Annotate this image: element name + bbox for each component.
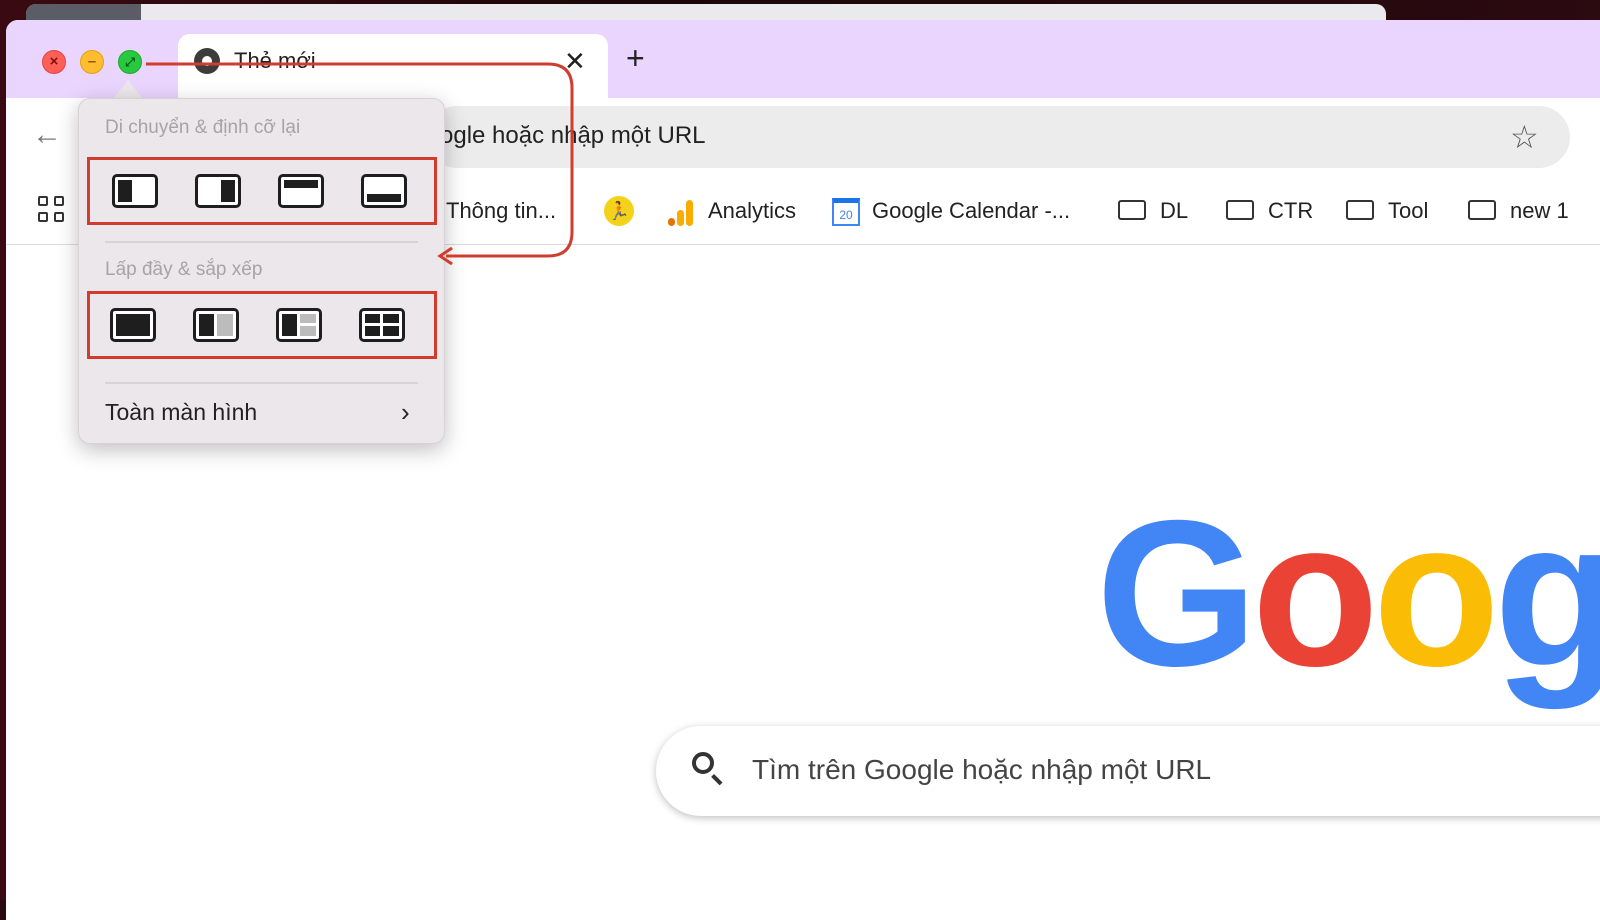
zoom-window-button[interactable]: ⤢	[118, 50, 142, 74]
bookmark-thong-tin[interactable]: Thông tin...	[446, 198, 556, 224]
fullscreen-menu-item[interactable]: Toàn màn hình	[105, 399, 257, 426]
bookmark-analytics[interactable]: Analytics	[668, 198, 796, 227]
tab-new-tab[interactable]: Thẻ mới ✕	[178, 34, 608, 98]
address-bar[interactable]: ogle hoặc nhập một URL ☆	[426, 106, 1570, 168]
move-resize-heading: Di chuyển & định cỡ lại	[105, 117, 301, 138]
tile-left-half-icon[interactable]	[112, 174, 158, 208]
close-window-button[interactable]: ×	[42, 50, 66, 74]
close-icon: ×	[49, 53, 59, 70]
arrange-two-columns-icon[interactable]	[193, 308, 239, 342]
apps-grid-icon[interactable]	[38, 196, 68, 226]
tile-right-half-icon[interactable]	[195, 174, 241, 208]
fullscreen-icon: ⤢	[125, 55, 135, 69]
tile-bottom-half-icon[interactable]	[361, 174, 407, 208]
menu-divider	[105, 241, 418, 243]
move-resize-highlight	[87, 157, 437, 225]
tab-close-button[interactable]: ✕	[564, 46, 586, 77]
tab-strip: × – ⤢ Thẻ mới ✕ +	[6, 20, 1600, 98]
folder-icon	[1346, 200, 1374, 221]
tile-top-half-icon[interactable]	[278, 174, 324, 208]
bookmark-folder-new[interactable]: new 1	[1468, 198, 1569, 224]
fill-arrange-heading: Lấp đầy & sắp xếp	[105, 259, 263, 280]
back-button[interactable]: ←	[32, 118, 62, 152]
arrange-three-tiles-icon[interactable]	[276, 308, 322, 342]
bookmark-runner[interactable]: 🏃	[604, 196, 634, 226]
search-placeholder: Tìm trên Google hoặc nhập một URL	[752, 754, 1212, 785]
minimize-icon: –	[87, 53, 97, 70]
arrange-four-quadrants-icon[interactable]	[359, 308, 405, 342]
bookmark-folder-dl[interactable]: DL	[1118, 198, 1188, 224]
bookmark-star-icon[interactable]: ☆	[1510, 118, 1539, 156]
bookmark-folder-ctr[interactable]: CTR	[1226, 198, 1313, 224]
fill-arrange-highlight	[87, 291, 437, 359]
bookmark-google-calendar[interactable]: 20 Google Calendar -...	[832, 198, 1070, 227]
bookmark-folder-tool[interactable]: Tool	[1346, 198, 1428, 224]
chrome-icon	[194, 48, 220, 74]
menu-divider	[105, 382, 418, 384]
chevron-right-icon: ›	[401, 397, 410, 427]
folder-icon	[1118, 200, 1146, 221]
new-tab-button[interactable]: +	[626, 42, 645, 74]
minimize-window-button[interactable]: –	[80, 50, 104, 74]
tab-title: Thẻ mới	[234, 48, 316, 73]
runner-icon: 🏃	[604, 196, 634, 226]
calendar-icon: 20	[832, 198, 860, 227]
folder-icon	[1226, 200, 1254, 221]
address-bar-text: ogle hoặc nhập một URL	[440, 122, 706, 149]
search-icon	[692, 752, 714, 774]
popup-pointer	[112, 80, 144, 100]
analytics-icon	[668, 198, 694, 227]
folder-icon	[1468, 200, 1496, 221]
google-search-box[interactable]: Tìm trên Google hoặc nhập một URL	[656, 726, 1600, 816]
google-logo: Google	[1096, 478, 1600, 710]
window-tiling-menu: Di chuyển & định cỡ lại Lấp đầy & sắp xế…	[78, 98, 445, 444]
fill-screen-icon[interactable]	[110, 308, 156, 342]
